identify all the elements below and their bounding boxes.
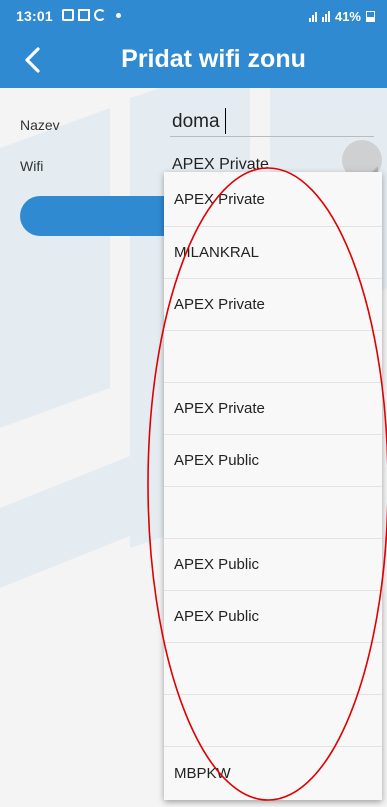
wifi-option[interactable] bbox=[164, 643, 382, 695]
wifi-option[interactable] bbox=[164, 331, 382, 383]
signal-icon bbox=[308, 11, 317, 22]
wifi-option[interactable] bbox=[164, 487, 382, 539]
wifi-option[interactable]: MILANKRAL bbox=[164, 227, 382, 279]
wifi-dropdown-list: APEX Private MILANKRAL APEX Private APEX… bbox=[164, 172, 382, 800]
wifi-option[interactable] bbox=[164, 695, 382, 747]
battery-percent: 41% bbox=[334, 9, 361, 24]
text-caret bbox=[225, 108, 226, 134]
battery-icon bbox=[366, 11, 375, 22]
wifi-calling-icon bbox=[321, 11, 330, 22]
system-status: 41% bbox=[308, 9, 375, 24]
chevron-left-icon bbox=[25, 47, 40, 73]
status-bar: 13:01 41% bbox=[0, 0, 387, 32]
gmail-icon bbox=[78, 9, 90, 21]
google-icon bbox=[94, 9, 106, 21]
wifi-option[interactable]: APEX Public bbox=[164, 435, 382, 487]
app-bar: Pridat wifi zonu bbox=[0, 32, 387, 88]
wifi-option[interactable]: APEX Public bbox=[164, 591, 382, 643]
name-label: Nazev bbox=[20, 117, 60, 133]
page-title: Pridat wifi zonu bbox=[121, 45, 306, 73]
wifi-label: Wifi bbox=[20, 158, 44, 174]
wifi-option[interactable]: MBPKW bbox=[164, 747, 382, 800]
wifi-option[interactable]: APEX Private bbox=[164, 172, 382, 227]
wifi-option[interactable]: APEX Private bbox=[164, 279, 382, 331]
notification-icons bbox=[62, 9, 121, 21]
gallery-icon bbox=[62, 9, 74, 21]
wifi-option[interactable]: APEX Private bbox=[164, 383, 382, 435]
back-button[interactable] bbox=[18, 42, 52, 78]
notification-dot-icon bbox=[116, 12, 121, 18]
name-input[interactable] bbox=[170, 108, 374, 137]
wifi-option[interactable]: APEX Public bbox=[164, 539, 382, 591]
status-time: 13:01 bbox=[16, 8, 53, 24]
